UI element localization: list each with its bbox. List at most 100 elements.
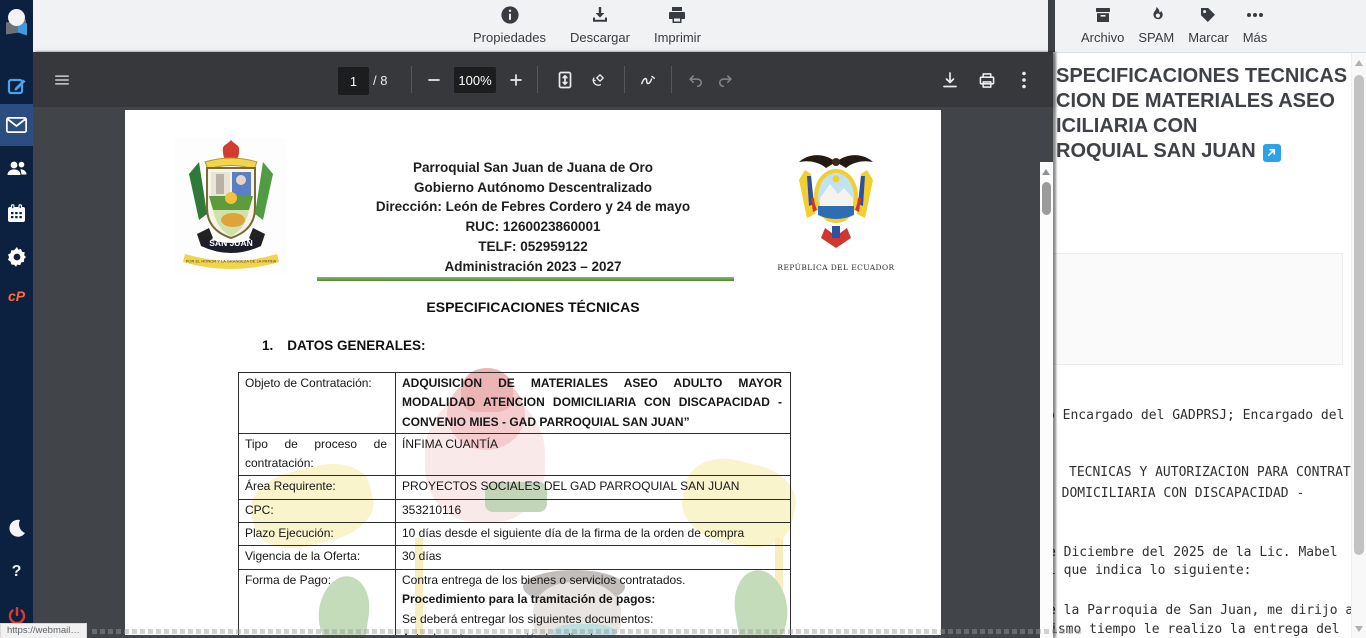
spam-button[interactable]: SPAM	[1134, 3, 1178, 47]
ecuador-coat-of-arms	[791, 148, 881, 260]
kebab-menu-icon[interactable]	[1011, 67, 1037, 93]
download-button[interactable]: Descargar	[566, 3, 634, 47]
email-body-line: e Diciembre del 2025 de la Lic. Mabel	[1048, 545, 1338, 560]
scroll-down-arrow[interactable]	[1355, 626, 1363, 632]
more-dots-icon	[1245, 5, 1265, 28]
section-heading: 1.DATOS GENERALES:	[262, 338, 426, 353]
cpanel-label: cP	[8, 288, 25, 304]
print-button[interactable]: Imprimir	[650, 3, 705, 47]
external-link-icon[interactable]	[1263, 144, 1281, 162]
more-label: Más	[1243, 30, 1268, 45]
zoom-in-button[interactable]	[503, 67, 529, 93]
datos-generales-table: Objeto de Contratación: ADQUISICION DE M…	[238, 372, 791, 635]
tag-icon	[1198, 5, 1218, 28]
payment-line: Se deberá entregar los siguientes docume…	[402, 610, 782, 629]
table-label-cell: Tipo de proceso de contratación:	[239, 434, 396, 476]
pdf-page: SAN JUAN POR EL HONOR Y LA GRANDEZA DE L…	[125, 110, 941, 635]
email-body-line: o Encargado del GADPRSJ; Encargado del	[1047, 408, 1344, 423]
email-scrollbar[interactable]	[1351, 52, 1366, 638]
screen: Propiedades Descargar Imprimir Archivo S…	[0, 0, 1366, 638]
pdf-viewer: / 8 100%	[33, 52, 1053, 638]
page-number-input[interactable]	[338, 67, 369, 95]
printer-icon	[667, 5, 687, 28]
toolbar-separator	[624, 66, 625, 93]
document-header: Parroquial San Juan de Juana de Oro Gobi…	[258, 158, 808, 276]
email-body-line: l que indica lo siguiente:	[1048, 563, 1252, 578]
table-label-cell: Objeto de Contratación:	[239, 373, 396, 434]
email-body-line: ismo tiempo le realizo la entrega del	[1050, 622, 1340, 637]
email-subject-line: ROQUIAL SAN JUAN	[1056, 139, 1281, 164]
table-value-cell: ADQUISICION DE MATERIALES ASEO ADULTO MA…	[396, 373, 791, 434]
scroll-up-arrow[interactable]	[1355, 60, 1363, 66]
email-body-line: TECNICAS Y AUTORIZACION PARA CONTRATAR	[1069, 465, 1366, 480]
table-label-cell: CPC:	[239, 500, 396, 523]
email-reading-panel: SPECIFICACIONES TECNICAS CION DE MATERIA…	[1053, 52, 1366, 638]
app-sidebar: cP ?	[0, 0, 33, 638]
download-label: Descargar	[570, 30, 630, 45]
help-label: ?	[12, 563, 22, 581]
calendar-icon[interactable]	[0, 197, 33, 229]
table-row: CPC: 353210116	[239, 500, 791, 523]
app-logo[interactable]	[0, 4, 33, 38]
ecuador-seal-caption: REPÚBLICA DEL ECUADOR	[751, 263, 921, 272]
table-value-cell: PROYECTOS SOCIALES DEL GAD PARROQUIAL SA…	[396, 476, 791, 500]
status-url-overflow	[92, 629, 1082, 634]
table-label-cell: Plazo Ejecución:	[239, 523, 396, 546]
table-row: Objeto de Contratación: ADQUISICION DE M…	[239, 373, 791, 434]
pdf-scrollbar[interactable]	[1040, 162, 1053, 638]
document-title: ESPECIFICACIONES TÉCNICAS	[258, 299, 808, 315]
table-row: Área Requirente: PROYECTOS SOCIALES DEL …	[239, 476, 791, 500]
mail-toolbar-right-group: Archivo SPAM Marcar Más	[1077, 3, 1271, 47]
table-value-cell: 353210116	[396, 500, 791, 523]
scroll-up-arrow[interactable]	[1042, 169, 1050, 175]
table-value-cell: 10 días desde el siguiente día de la fir…	[396, 523, 791, 546]
fit-page-icon[interactable]	[551, 67, 579, 93]
compose-icon[interactable]	[0, 70, 33, 102]
more-button[interactable]: Más	[1239, 3, 1272, 47]
section-number: 1.	[262, 338, 273, 353]
contacts-icon[interactable]	[0, 152, 33, 184]
rotate-icon[interactable]	[584, 67, 612, 93]
attachment-preview-box	[1029, 253, 1343, 365]
scrollbar-thumb[interactable]	[1042, 182, 1051, 215]
cpanel-icon[interactable]: cP	[0, 280, 33, 312]
flag-label: Marcar	[1188, 30, 1228, 45]
annotate-icon[interactable]	[634, 67, 662, 93]
pdf-print-icon[interactable]	[973, 67, 1001, 93]
email-subject-line: SPECIFICACIONES TECNICAS	[1056, 64, 1347, 89]
seal-banner-text: SAN JUAN	[209, 238, 252, 248]
table-value-cell: 30 días	[396, 546, 791, 570]
table-row: Tipo de proceso de contratación: ÍNFIMA …	[239, 434, 791, 476]
toolbar-separator	[671, 66, 672, 93]
header-line: Administración 2023 – 2027	[258, 257, 808, 277]
properties-label: Propiedades	[473, 30, 546, 45]
dark-mode-moon-icon[interactable]	[0, 512, 33, 544]
flag-button[interactable]: Marcar	[1184, 3, 1232, 47]
table-value-cell: ÍNFIMA CUANTÍA	[396, 434, 791, 476]
help-icon[interactable]: ?	[0, 556, 33, 588]
panel-divider	[1048, 0, 1055, 52]
redo-icon[interactable]	[712, 67, 740, 93]
table-row: Plazo Ejecución: 10 días desde el siguie…	[239, 523, 791, 546]
zoom-level[interactable]: 100%	[454, 67, 496, 93]
email-body-line: N DOMICILIARIA CON DISCAPACIDAD -	[1046, 486, 1304, 501]
header-line: Parroquial San Juan de Juana de Oro	[258, 158, 808, 178]
download-icon	[590, 5, 610, 28]
mail-icon[interactable]	[0, 104, 33, 146]
mail-toolbar: Propiedades Descargar Imprimir Archivo S…	[33, 0, 1366, 53]
menu-icon[interactable]	[49, 67, 75, 93]
table-label-cell: Forma de Pago:	[239, 570, 396, 636]
header-divider-rule	[317, 277, 734, 281]
archive-button[interactable]: Archivo	[1077, 3, 1128, 47]
scrollbar-thumb[interactable]	[1354, 75, 1364, 555]
pdf-download-icon[interactable]	[936, 67, 964, 93]
table-label-cell: Vigencia de la Oferta:	[239, 546, 396, 570]
properties-button[interactable]: Propiedades	[469, 3, 550, 47]
settings-gear-icon[interactable]	[0, 241, 33, 273]
pdf-canvas-area: SAN JUAN POR EL HONOR Y LA GRANDEZA DE L…	[33, 107, 1053, 638]
payment-line: Contra entrega de los bienes o servicios…	[402, 571, 782, 590]
undo-icon[interactable]	[681, 67, 709, 93]
header-line: TELF: 052959122	[258, 237, 808, 257]
archive-label: Archivo	[1081, 30, 1124, 45]
zoom-out-button[interactable]	[421, 67, 447, 93]
